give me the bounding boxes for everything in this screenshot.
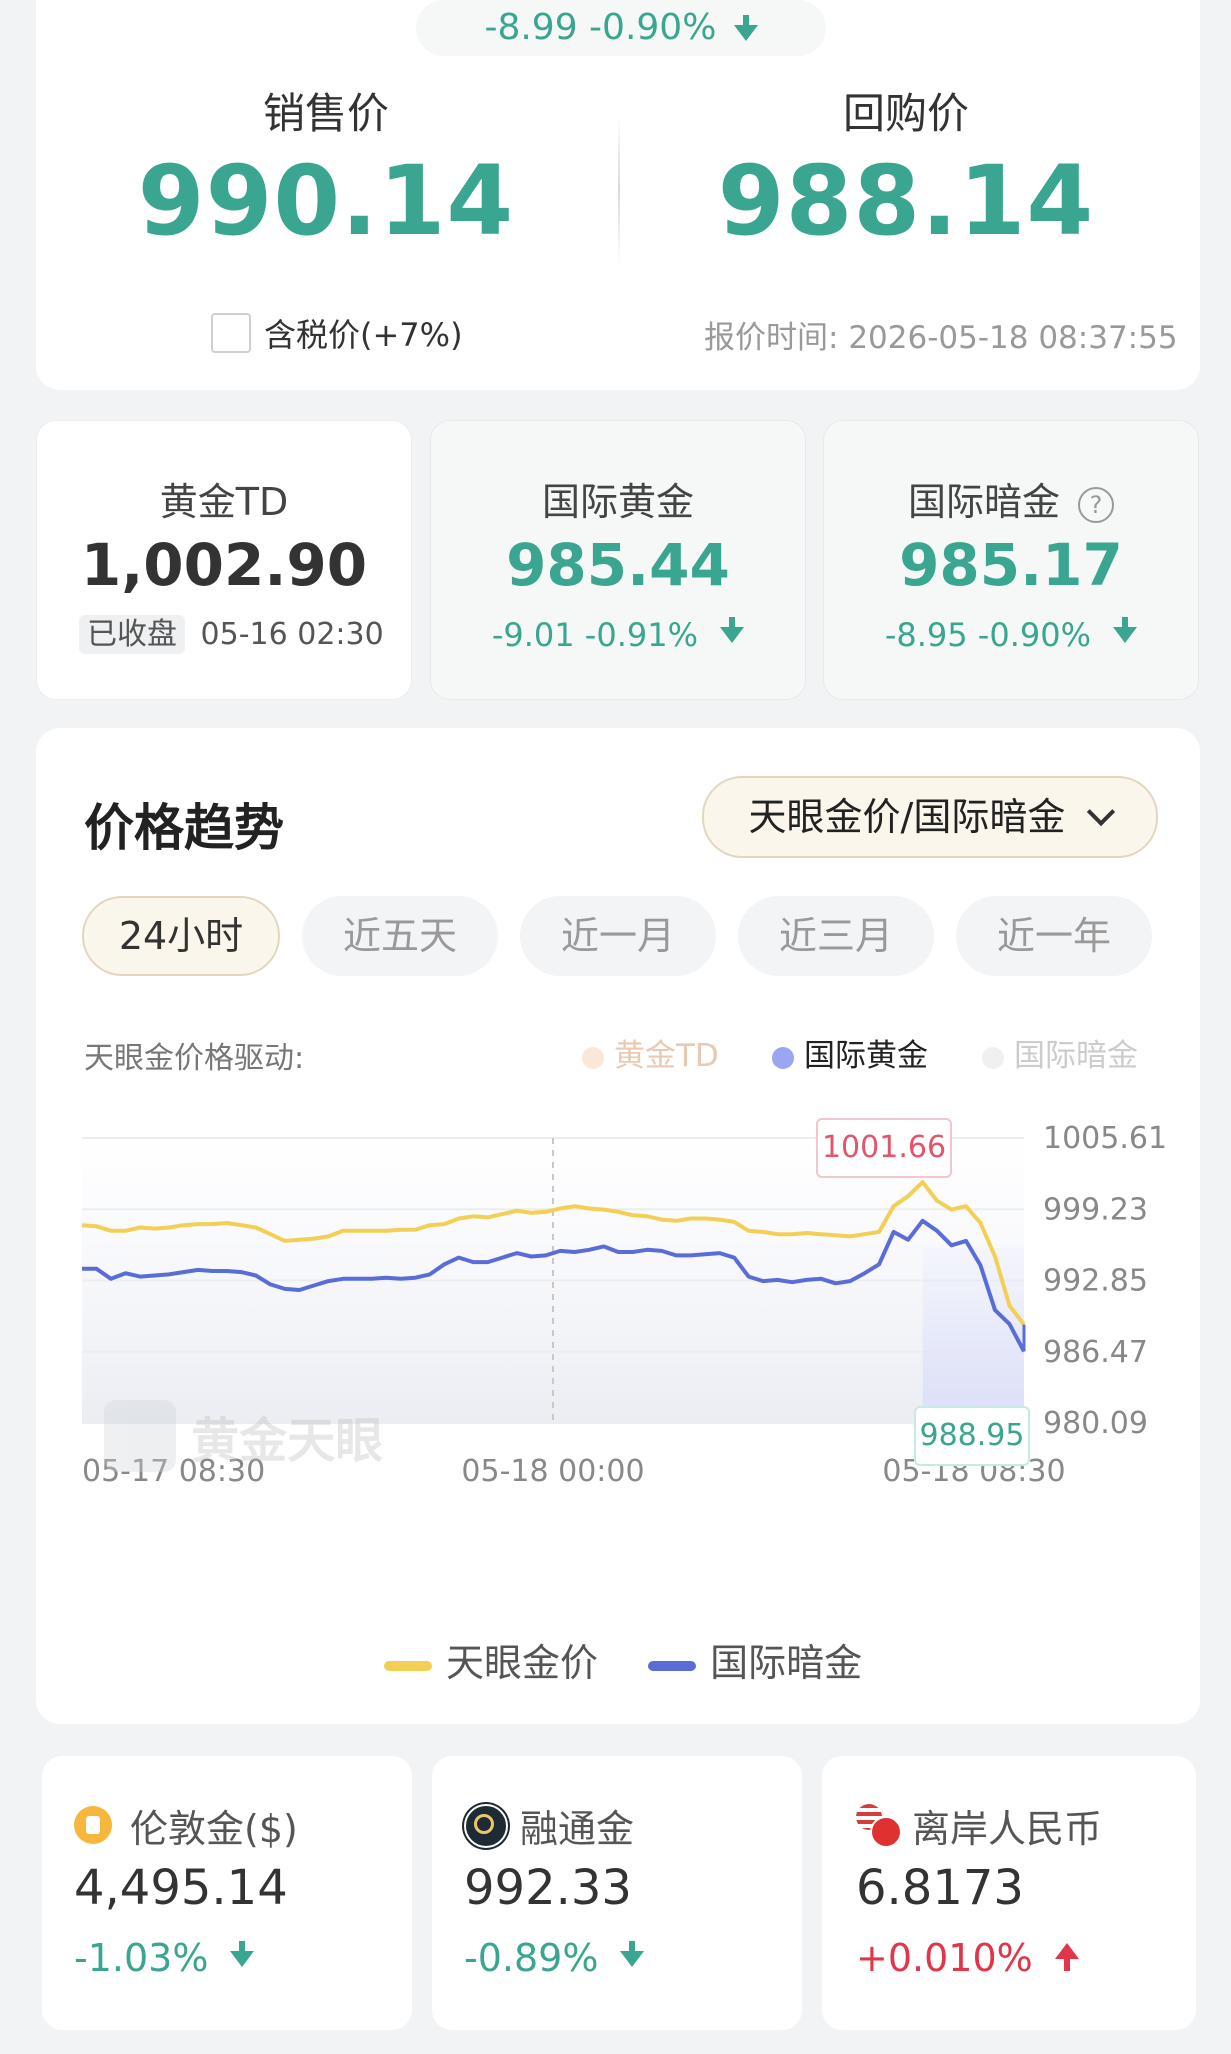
price-panel: -8.99 -0.90% 销售价 990.14 回购价 988.14 含税价(+… bbox=[36, 0, 1200, 390]
legend-gold-td[interactable]: 黄金TD bbox=[582, 1030, 719, 1075]
closed-badge: 已收盘 bbox=[79, 615, 185, 654]
rongtong-gold-title: 融通金 bbox=[520, 1807, 635, 1851]
y-tick-label: 992.85 bbox=[1043, 1264, 1148, 1299]
chevron-down-icon bbox=[1087, 797, 1116, 827]
buyback-value: 988.14 bbox=[717, 145, 1095, 257]
offshore-cny-title: 离岸人民币 bbox=[912, 1807, 1103, 1851]
down-arrow-icon bbox=[230, 1940, 255, 1967]
source-selector-label: 天眼金价/国际暗金 bbox=[748, 795, 1066, 839]
legend-intl-dark-gold[interactable]: 国际暗金 bbox=[982, 1030, 1138, 1075]
quote-time: 2026-05-18 08:37:55 bbox=[848, 320, 1178, 356]
london-gold-card[interactable]: 伦敦金($) 4,495.14 -1.03% bbox=[42, 1756, 412, 2030]
y-tick-label: 1005.61 bbox=[1043, 1121, 1167, 1156]
down-arrow-icon bbox=[720, 617, 745, 643]
offshore-cny-card[interactable]: 离岸人民币 6.8173 +0.010% bbox=[822, 1756, 1196, 2030]
cn-flag-icon bbox=[870, 1816, 902, 1848]
tab-1month[interactable]: 近一月 bbox=[520, 896, 716, 976]
sell-value: 990.14 bbox=[137, 145, 515, 257]
legend-intl-gold[interactable]: 国际黄金 bbox=[772, 1030, 928, 1075]
intl-dark-gold-change: -8.95 -0.90% bbox=[884, 616, 1091, 654]
legend-series-1: 天眼金价 bbox=[446, 1641, 599, 1685]
tab-24h[interactable]: 24小时 bbox=[82, 896, 280, 976]
top-change-text: -8.99 -0.90% bbox=[484, 7, 717, 48]
sell-label: 销售价 bbox=[262, 89, 389, 138]
rongtong-gold-change: -0.89% bbox=[464, 1936, 599, 1980]
intl-gold-value: 985.44 bbox=[506, 531, 730, 599]
gold-coin-inner bbox=[86, 1816, 100, 1834]
intl-gold-card[interactable]: 国际黄金 985.44 -9.01 -0.91% bbox=[430, 420, 806, 700]
intl-gold-change: -9.01 -0.91% bbox=[491, 616, 698, 654]
rongtong-gold-value: 992.33 bbox=[464, 1860, 632, 1916]
dot-icon bbox=[982, 1046, 1004, 1069]
highlight-region bbox=[922, 1248, 1024, 1423]
offshore-cny-value: 6.8173 bbox=[856, 1860, 1024, 1916]
gold-td-time: 05-16 02:30 bbox=[200, 617, 384, 652]
trend-title: 价格趋势 bbox=[84, 799, 284, 857]
y-tick-label: 986.47 bbox=[1043, 1335, 1148, 1370]
gold-td-value: 1,002.90 bbox=[80, 531, 368, 599]
dot-icon bbox=[582, 1046, 604, 1069]
driver-label: 天眼金价格驱动: bbox=[84, 1041, 305, 1076]
watermark-logo-icon bbox=[104, 1400, 176, 1472]
tax-checkbox[interactable] bbox=[211, 313, 251, 353]
chart-legend: 天眼金价 国际暗金 bbox=[384, 1632, 862, 1687]
down-arrow-icon bbox=[620, 1940, 645, 1967]
intl-gold-title: 国际黄金 bbox=[541, 480, 694, 524]
london-gold-value: 4,495.14 bbox=[74, 1860, 288, 1916]
price-trend-card: 价格趋势 天眼金价/国际暗金 24小时 近五天 近一月 近三月 近一年 天眼金价… bbox=[36, 728, 1200, 1724]
rongtong-gold-card[interactable]: 融通金 992.33 -0.89% bbox=[432, 1756, 802, 2030]
intl-dark-gold-value: 985.17 bbox=[899, 531, 1123, 599]
legend-series-2: 国际暗金 bbox=[710, 1641, 863, 1685]
tooltip-high: 1001.66 bbox=[816, 1118, 952, 1178]
x-tick-label: 05-18 00:00 bbox=[461, 1454, 644, 1489]
quote-time-label: 报价时间: bbox=[704, 320, 839, 356]
rongtong-logo-inner bbox=[474, 1814, 494, 1834]
y-tick-label: 999.23 bbox=[1043, 1192, 1148, 1227]
intl-dark-gold-card[interactable]: 国际暗金 ? 985.17 -8.95 -0.90% bbox=[823, 420, 1199, 700]
tax-label: 含税价(+7%) bbox=[264, 316, 463, 354]
source-selector[interactable]: 天眼金价/国际暗金 bbox=[702, 776, 1158, 858]
watermark: 黄金天眼 bbox=[104, 1400, 383, 1472]
tooltip-low: 988.95 bbox=[914, 1406, 1030, 1466]
offshore-cny-change: +0.010% bbox=[856, 1936, 1033, 1980]
buyback-label: 回购价 bbox=[842, 89, 969, 138]
up-arrow-icon bbox=[1054, 1942, 1079, 1971]
gold-td-title: 黄金TD bbox=[159, 480, 289, 524]
london-gold-title: 伦敦金($) bbox=[130, 1807, 298, 1851]
down-arrow-icon bbox=[733, 14, 758, 41]
y-tick-label: 980.09 bbox=[1043, 1406, 1148, 1441]
legend-line-icon bbox=[648, 1660, 697, 1671]
help-icon[interactable]: ? bbox=[1078, 486, 1115, 523]
gold-td-card[interactable]: 黄金TD 1,002.90 已收盘 05-16 02:30 bbox=[36, 420, 412, 700]
intl-dark-gold-title: 国际暗金 bbox=[907, 480, 1060, 524]
price-chart[interactable]: 1005.61999.23992.85986.47980.0905-17 08:… bbox=[36, 1108, 1200, 1548]
tab-3months[interactable]: 近三月 bbox=[738, 896, 934, 976]
legend-line-icon bbox=[384, 1660, 432, 1671]
london-gold-change: -1.03% bbox=[74, 1936, 209, 1980]
down-arrow-icon bbox=[1113, 617, 1138, 643]
top-change-pill: -8.99 -0.90% bbox=[416, 0, 826, 56]
tab-5days[interactable]: 近五天 bbox=[302, 896, 498, 976]
tab-1year[interactable]: 近一年 bbox=[956, 896, 1152, 976]
dot-icon bbox=[772, 1046, 794, 1069]
